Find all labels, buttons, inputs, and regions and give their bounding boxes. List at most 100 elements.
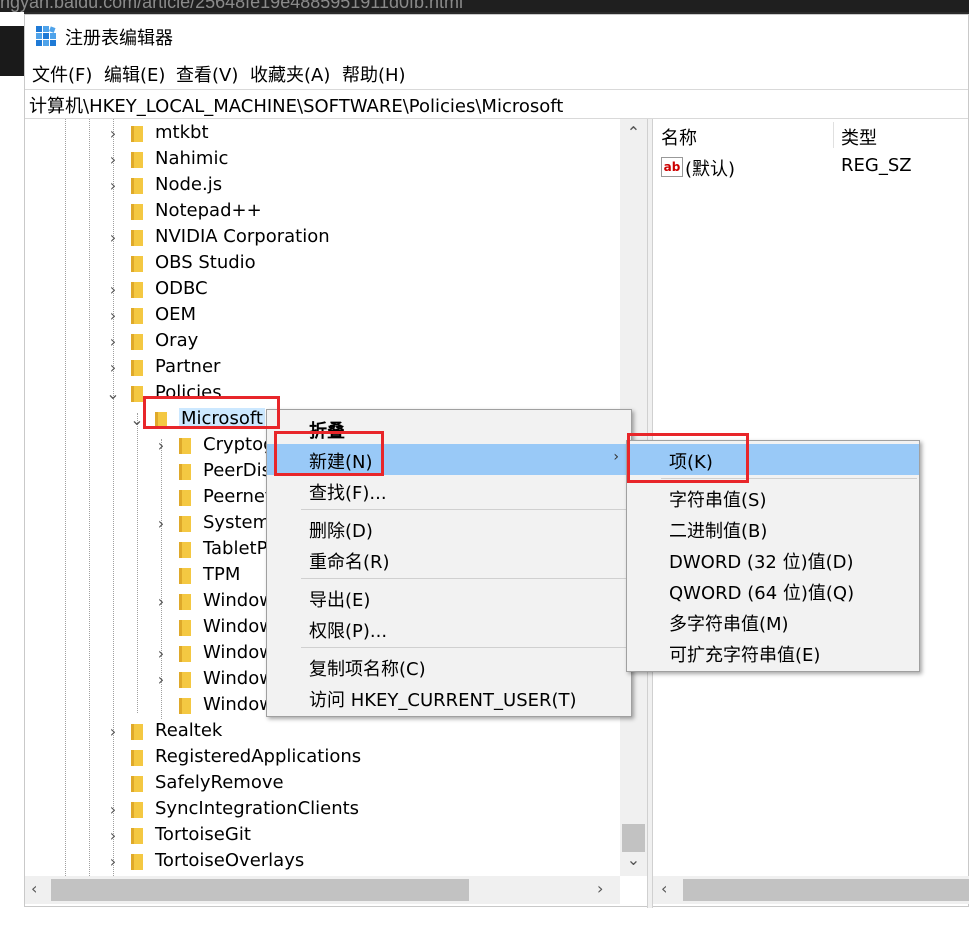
values-horizontal-scrollbar[interactable]: ‹ <box>653 876 969 904</box>
background-browser-url: ngyan.baidu.com/article/25648fe19e488595… <box>0 0 969 12</box>
tree-item[interactable]: › Nahimic <box>25 147 620 173</box>
chevron-down-icon[interactable]: ⌄ <box>106 385 120 403</box>
menu-item-copy-key-name[interactable]: 复制项名称(C) <box>267 651 631 682</box>
chevron-right-icon[interactable]: › <box>106 281 120 299</box>
tree-item[interactable]: OBS Studio <box>25 251 620 277</box>
folder-icon <box>131 204 143 220</box>
folder-icon <box>179 464 191 480</box>
folder-icon <box>131 750 143 766</box>
folder-icon <box>179 542 191 558</box>
folder-icon <box>131 802 143 818</box>
tree-horizontal-scrollbar[interactable]: ‹ › <box>25 876 620 904</box>
tree-item-label: TPM <box>203 564 241 585</box>
tree-item[interactable]: › Partner <box>25 355 620 381</box>
chevron-right-icon[interactable]: › <box>106 801 120 819</box>
tree-item[interactable]: › SyncIntegrationClients <box>25 797 620 823</box>
tree-item[interactable]: › ODBC <box>25 277 620 303</box>
submenu-arrow-icon: › <box>613 449 619 465</box>
menu-item-permissions[interactable]: 权限(P)... <box>267 613 631 644</box>
chevron-right-icon[interactable]: › <box>106 151 120 169</box>
chevron-right-icon[interactable]: › <box>106 827 120 845</box>
menu-favorites[interactable]: 收藏夹(A) <box>250 61 330 87</box>
menu-separator <box>301 578 629 579</box>
folder-icon <box>131 230 143 246</box>
chevron-right-icon[interactable]: › <box>154 671 168 689</box>
chevron-right-icon[interactable]: › <box>154 515 168 533</box>
folder-icon <box>179 698 191 714</box>
scroll-up-icon[interactable]: ⌃ <box>620 123 647 145</box>
folder-icon <box>131 282 143 298</box>
regedit-app-icon <box>36 26 56 46</box>
tree-item-label: RegisteredApplications <box>155 746 362 767</box>
tree-item[interactable]: › mtkbt <box>25 121 620 147</box>
submenu-item-dword-value[interactable]: DWORD (32 位)值(D) <box>627 544 919 575</box>
column-header-type[interactable]: 类型 <box>841 124 877 150</box>
chevron-right-icon[interactable]: › <box>106 723 120 741</box>
tree-item[interactable]: › NVIDIA Corporation <box>25 225 620 251</box>
menu-item-delete[interactable]: 删除(D) <box>267 513 631 544</box>
scrollbar-thumb[interactable] <box>683 879 969 901</box>
submenu-item-multi-string-value[interactable]: 多字符串值(M) <box>627 606 919 637</box>
chevron-right-icon[interactable]: › <box>154 593 168 611</box>
scroll-left-icon[interactable]: ‹ <box>661 879 667 898</box>
folder-icon <box>179 672 191 688</box>
submenu-item-expandable-string-value[interactable]: 可扩充字符串值(E) <box>627 637 919 668</box>
chevron-right-icon[interactable]: › <box>106 177 120 195</box>
tree-item[interactable]: › Oray <box>25 329 620 355</box>
string-value-icon: ab <box>661 157 683 177</box>
value-row-type[interactable]: REG_SZ <box>841 155 912 176</box>
menu-view[interactable]: 查看(V) <box>176 61 238 87</box>
tree-item[interactable]: Notepad++ <box>25 199 620 225</box>
scroll-down-icon[interactable]: ⌄ <box>620 850 647 872</box>
tree-item[interactable]: › Node.js <box>25 173 620 199</box>
menu-file[interactable]: 文件(F) <box>32 61 92 87</box>
folder-icon <box>179 516 191 532</box>
menu-bar: 文件(F) 编辑(E) 查看(V) 收藏夹(A) 帮助(H) <box>25 59 968 87</box>
column-header-name[interactable]: 名称 <box>661 124 697 150</box>
folder-icon <box>131 360 143 376</box>
menu-item-export[interactable]: 导出(E) <box>267 582 631 613</box>
tree-item[interactable]: SafelyRemove <box>25 771 620 797</box>
chevron-right-icon[interactable]: › <box>106 125 120 143</box>
tree-item-label: mtkbt <box>155 122 209 143</box>
annotation-box-key <box>627 433 749 483</box>
folder-icon <box>131 308 143 324</box>
title-bar[interactable]: 注册表编辑器 <box>25 15 968 57</box>
address-bar[interactable]: 计算机\HKEY_LOCAL_MACHINE\SOFTWARE\Policies… <box>25 89 968 119</box>
tree-item-label: Nahimic <box>155 148 229 169</box>
folder-icon <box>131 854 143 870</box>
submenu-item-binary-value[interactable]: 二进制值(B) <box>627 513 919 544</box>
menu-item-find[interactable]: 查找(F)... <box>267 475 631 506</box>
chevron-right-icon[interactable]: › <box>154 437 168 455</box>
scroll-left-icon[interactable]: ‹ <box>31 879 37 898</box>
value-row-name[interactable]: (默认) <box>685 155 735 181</box>
folder-icon <box>179 568 191 584</box>
chevron-down-icon[interactable]: ⌄ <box>130 411 144 429</box>
tree-item[interactable]: › OEM <box>25 303 620 329</box>
scrollbar-thumb[interactable] <box>51 879 469 901</box>
menu-help[interactable]: 帮助(H) <box>342 61 406 87</box>
submenu-item-qword-value[interactable]: QWORD (64 位)值(Q) <box>627 575 919 606</box>
scrollbar-thumb[interactable] <box>622 824 645 852</box>
tree-item[interactable]: › TortoiseGit <box>25 823 620 849</box>
chevron-right-icon[interactable]: › <box>106 307 120 325</box>
tree-item-label: OEM <box>155 304 197 325</box>
folder-icon <box>131 256 143 272</box>
folder-icon <box>131 126 143 142</box>
scroll-right-icon[interactable]: › <box>597 879 603 898</box>
tree-item[interactable]: RegisteredApplications <box>25 745 620 771</box>
chevron-right-icon[interactable]: › <box>154 645 168 663</box>
chevron-right-icon[interactable]: › <box>106 359 120 377</box>
tree-item[interactable]: › Realtek <box>25 719 620 745</box>
chevron-right-icon[interactable]: › <box>106 229 120 247</box>
menu-item-rename[interactable]: 重命名(R) <box>267 544 631 575</box>
chevron-right-icon[interactable]: › <box>106 853 120 871</box>
menu-item-goto-hkcu[interactable]: 访问 HKEY_CURRENT_USER(T) <box>267 682 631 713</box>
menu-edit[interactable]: 编辑(E) <box>104 61 165 87</box>
folder-icon <box>131 152 143 168</box>
tree-item[interactable]: › TortoiseOverlays <box>25 849 620 875</box>
chevron-right-icon[interactable]: › <box>106 333 120 351</box>
tree-item[interactable]: ⌄ Policies <box>25 381 620 407</box>
column-divider[interactable] <box>833 122 834 148</box>
submenu-item-string-value[interactable]: 字符串值(S) <box>627 482 919 513</box>
